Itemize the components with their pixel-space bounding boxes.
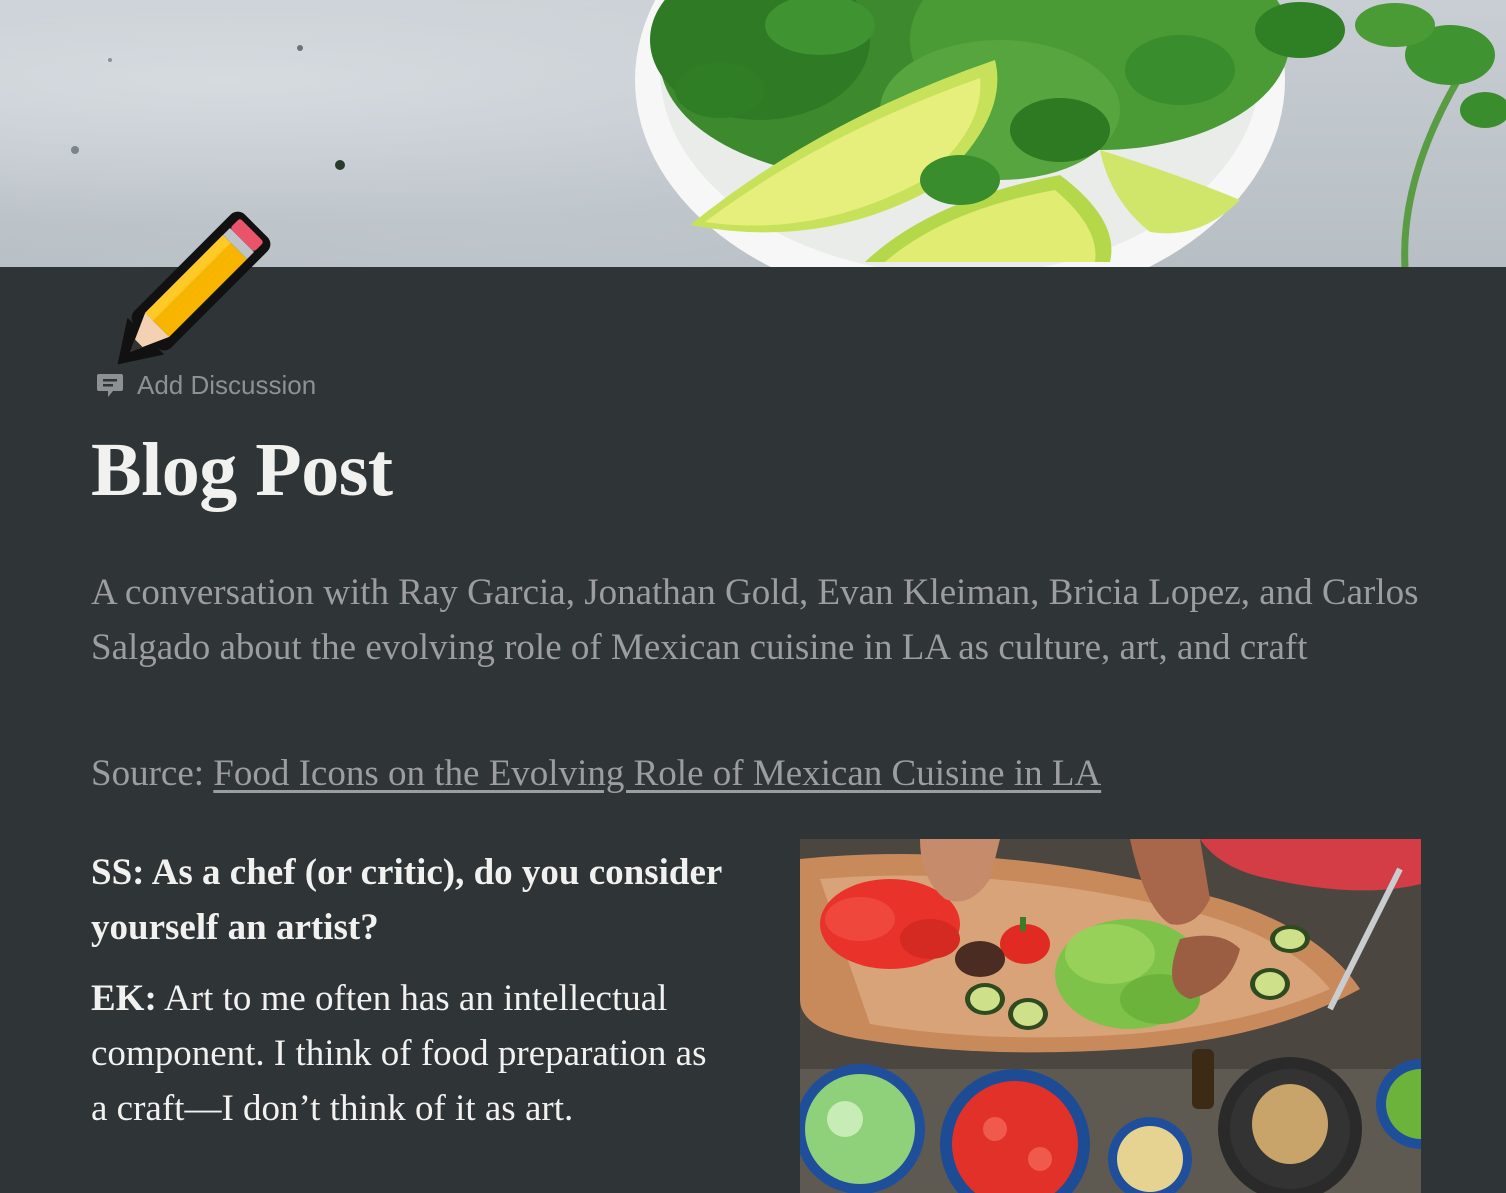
page-title[interactable]: Blog Post <box>91 418 393 522</box>
answer-speaker: EK: <box>91 978 157 1019</box>
source-label: Source: <box>91 753 205 794</box>
comment-icon <box>97 374 123 397</box>
page-subtitle[interactable]: A conversation with Ray Garcia, Jonathan… <box>91 565 1421 675</box>
answer-text: Art to me often has an intellectual comp… <box>91 978 707 1129</box>
add-discussion-button[interactable]: Add Discussion <box>95 366 316 404</box>
food-prep-illustration <box>800 839 1421 1193</box>
pencil-icon[interactable] <box>106 186 296 376</box>
interview-question[interactable]: SS: As a chef (or critic), do you consid… <box>91 845 751 955</box>
food-prep-photo[interactable] <box>800 839 1421 1193</box>
source-line: Source: Food Icons on the Evolving Role … <box>91 746 1101 801</box>
interview-answer[interactable]: EK: Art to me often has an intellectual … <box>91 971 731 1136</box>
add-discussion-label: Add Discussion <box>137 369 317 400</box>
source-link[interactable]: Food Icons on the Evolving Role of Mexic… <box>213 753 1101 794</box>
